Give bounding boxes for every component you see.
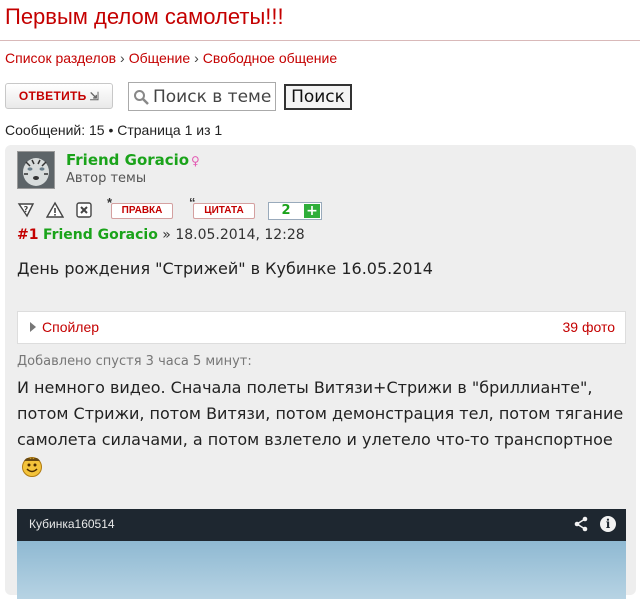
title-divider (0, 40, 640, 41)
delete-icon[interactable] (75, 201, 93, 219)
added-later-note: Добавлено спустя 3 часа 5 минут: (17, 354, 252, 369)
breadcrumb-free-talk-link[interactable]: Свободное общение (203, 50, 337, 66)
avatar-image (18, 152, 54, 188)
breadcrumb-sections-link[interactable]: Список разделов (5, 50, 116, 66)
reply-arrow-icon: ⇲ (89, 91, 100, 103)
svg-text:?: ? (24, 205, 29, 214)
search-icon (134, 90, 149, 105)
breadcrumb-separator: › (194, 50, 199, 66)
post: Friend Goracio ♀ Автор темы ? * ПРАВКА “ Ц… (5, 145, 636, 599)
video-thumbnail (17, 541, 626, 599)
female-icon: ♀ (191, 154, 200, 168)
report-icon[interactable]: ? (17, 201, 35, 219)
share-icon[interactable] (573, 516, 589, 532)
search-input[interactable] (153, 86, 273, 107)
search-box (128, 82, 276, 111)
post-text-second: И немного видео. Сначала полеты Витязи+С… (17, 375, 627, 479)
post-text-first: День рождения "Стрижей" в Кубинке 16.05.… (17, 259, 433, 278)
breadcrumb-separator: › (120, 50, 125, 66)
avatar[interactable] (17, 151, 55, 189)
warning-icon[interactable] (46, 201, 64, 219)
breadcrumb: Список разделов › Общение › Свободное общени… (5, 50, 337, 66)
quote-button-label: ЦИТАТА (204, 205, 244, 216)
author-role: Автор темы (66, 171, 147, 186)
smiley-icon (22, 457, 42, 477)
edit-mark-icon: * (107, 195, 113, 210)
spoiler-count: 39 фото (562, 319, 616, 335)
edit-button-label: ПРАВКА (121, 205, 163, 216)
rating-widget: 2 + (268, 202, 322, 220)
quote-mark-icon: “ (189, 195, 196, 210)
post-actions: ? * ПРАВКА “ ЦИТАТА 2 + (17, 196, 357, 223)
reply-button-label: ОТВЕТИТЬ (18, 89, 87, 103)
page-title: Первым делом самолеты!!! (5, 4, 284, 29)
post-text-second-body: И немного видео. Сначала полеты Витязи+С… (17, 378, 624, 449)
post-number-link[interactable]: #1 (17, 227, 38, 243)
post-meta-author-link[interactable]: Friend Goracio (43, 227, 158, 243)
expand-arrow-icon (30, 322, 36, 332)
breadcrumb-communication-link[interactable]: Общение (129, 50, 190, 66)
spoiler-label: Спойлер (42, 319, 100, 335)
info-icon[interactable]: i (600, 516, 616, 532)
post-author-link[interactable]: Friend Goracio (66, 151, 189, 169)
post-meta: #1 Friend Goracio » 18.05.2014, 12:28 (17, 227, 305, 243)
video-title[interactable]: Кубинка160514 (29, 517, 115, 531)
post-date: » 18.05.2014, 12:28 (162, 227, 305, 243)
rating-count: 2 (281, 203, 291, 218)
pagination-info: Сообщений: 15 • Страница 1 из 1 (5, 122, 223, 138)
edit-button[interactable]: * ПРАВКА (107, 196, 173, 219)
video-player[interactable]: Кубинка160514 i (17, 509, 626, 599)
search-button[interactable]: Поиск (284, 84, 352, 110)
spoiler-toggle[interactable]: Спойлер 39 фото (17, 311, 626, 344)
quote-button[interactable]: “ ЦИТАТА (189, 196, 255, 219)
rating-plus-button[interactable]: + (304, 204, 320, 218)
reply-button[interactable]: ОТВЕТИТЬ ⇲ (5, 83, 113, 109)
